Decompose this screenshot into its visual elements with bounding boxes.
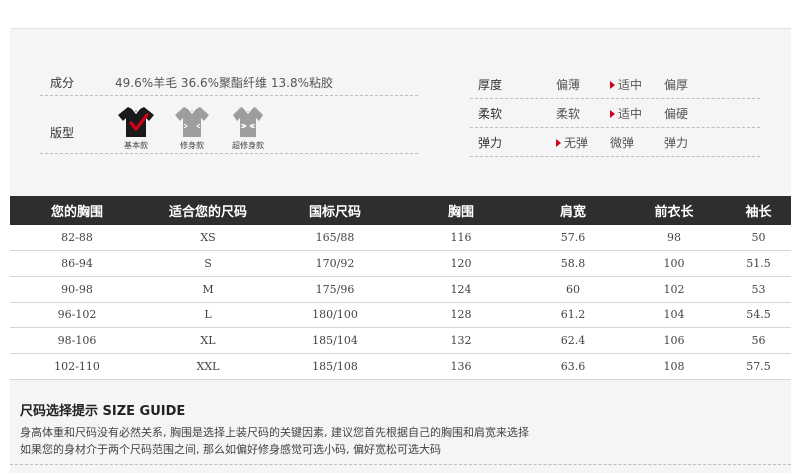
table-cell: 96-102 (10, 302, 144, 329)
table-cell: 136 (398, 353, 524, 380)
material-value: 49.6%羊毛 36.6%聚酯纤维 13.8%粘胶 (115, 76, 333, 90)
fit-caption-slim: 修身款 (180, 141, 204, 150)
table-cell: 132 (398, 327, 524, 354)
table-cell: 54.5 (726, 302, 791, 329)
selected-marker-icon (556, 138, 561, 147)
table-cell: 185/104 (272, 327, 398, 354)
fit-option-basic: 基本款 (116, 104, 156, 151)
fit-label: 版型 (50, 126, 75, 140)
property-option-selected: 适中 (610, 105, 664, 122)
property-row-softness: 柔软 柔软 适中 偏硬 (470, 99, 760, 128)
table-row: 96-102 L 180/100 128 61.2 104 54.5 (10, 302, 791, 329)
table-row: 98-106 XL 185/104 132 62.4 106 56 (10, 327, 791, 354)
material-row: 成分 49.6%羊毛 36.6%聚酯纤维 13.8%粘胶 (40, 70, 418, 96)
property-option-selected: 适中 (610, 76, 664, 93)
table-cell: 60 (524, 276, 622, 303)
fit-caption-basic: 基本款 (124, 141, 148, 150)
property-row-elasticity: 弹力 无弹 微弹 弹力 (470, 128, 760, 157)
table-row: 86-94 S 170/92 120 58.8 100 51.5 (10, 250, 791, 277)
material-label: 成分 (50, 76, 75, 90)
divider (10, 464, 791, 465)
column-header: 袖长 (726, 196, 791, 225)
fit-caption-superslim: 超修身款 (232, 141, 264, 150)
property-option: 弹力 (664, 135, 689, 150)
property-label: 厚度 (478, 77, 503, 92)
product-info-right: 厚度 偏薄 适中 偏厚 柔软 柔软 适中 偏硬 弹力 无弹 微弹 弹力 (470, 70, 760, 157)
table-cell: XXL (144, 353, 272, 380)
column-header: 胸围 (398, 196, 524, 225)
table-cell: 86-94 (10, 250, 144, 277)
table-cell: 57.5 (726, 353, 791, 380)
size-guide-title: 尺码选择提示 SIZE GUIDE (20, 404, 186, 419)
table-cell: 106 (622, 327, 726, 354)
table-cell: 62.4 (524, 327, 622, 354)
table-cell: 50 (726, 225, 791, 252)
table-cell: 128 (398, 302, 524, 329)
property-option-selected: 无弹 (556, 134, 610, 151)
fit-option-slim: 修身款 (172, 104, 212, 151)
table-cell: 102 (622, 276, 726, 303)
selected-marker-icon (610, 109, 615, 118)
table-cell: 63.6 (524, 353, 622, 380)
table-row: 102-110 XXL 185/108 136 63.6 108 57.5 (10, 353, 791, 380)
size-table: 您的胸围 适合您的尺码 国标尺码 胸围 肩宽 前衣长 袖长 82-88 XS 1… (10, 196, 791, 380)
property-row-thickness: 厚度 偏薄 适中 偏厚 (470, 70, 760, 99)
column-header: 肩宽 (524, 196, 622, 225)
table-cell: 180/100 (272, 302, 398, 329)
property-option: 柔软 (556, 106, 581, 121)
table-cell: XL (144, 327, 272, 354)
table-cell: 98 (622, 225, 726, 252)
fit-option-superslim: 超修身款 (228, 104, 268, 151)
size-guide: 尺码选择提示 SIZE GUIDE 身高体重和尺码没有必然关系, 胸围是选择上装… (10, 380, 791, 473)
top-divider (10, 28, 791, 29)
table-cell: 56 (726, 327, 791, 354)
column-header: 国标尺码 (272, 196, 398, 225)
table-cell: 175/96 (272, 276, 398, 303)
size-guide-text: 身高体重和尺码没有必然关系, 胸围是选择上装尺码的关键因素, 建议您首先根据自己… (20, 426, 529, 439)
table-row: 82-88 XS 165/88 116 57.6 98 50 (10, 225, 791, 252)
table-cell: S (144, 250, 272, 277)
table-cell: L (144, 302, 272, 329)
table-cell: 90-98 (10, 276, 144, 303)
property-option: 微弹 (610, 135, 635, 150)
product-info-left: 成分 49.6%羊毛 36.6%聚酯纤维 13.8%粘胶 版型 基本款 修身款 (40, 70, 418, 154)
table-cell: M (144, 276, 272, 303)
table-cell: 98-106 (10, 327, 144, 354)
table-cell: XS (144, 225, 272, 252)
property-option: 偏薄 (556, 77, 581, 92)
size-guide-text: 如果您的身材介于两个尺码范围之间, 那么如偏好修身感觉可选小码, 偏好宽松可选大… (20, 443, 441, 456)
table-cell: 100 (622, 250, 726, 277)
table-cell: 102-110 (10, 353, 144, 380)
table-cell: 120 (398, 250, 524, 277)
table-header-row: 您的胸围 适合您的尺码 国标尺码 胸围 肩宽 前衣长 袖长 (10, 196, 791, 225)
table-cell: 51.5 (726, 250, 791, 277)
table-cell: 53 (726, 276, 791, 303)
table-cell: 116 (398, 225, 524, 252)
shirt-superslim-icon (233, 107, 263, 137)
property-label: 柔软 (478, 106, 503, 121)
shirt-slim-icon (175, 107, 209, 137)
table-cell: 104 (622, 302, 726, 329)
property-label: 弹力 (478, 135, 503, 150)
table-cell: 57.6 (524, 225, 622, 252)
property-option: 偏厚 (664, 77, 689, 92)
table-cell: 185/108 (272, 353, 398, 380)
fit-options: 基本款 修身款 超修身款 (116, 104, 268, 151)
column-header: 适合您的尺码 (144, 196, 272, 225)
table-cell: 58.8 (524, 250, 622, 277)
selected-marker-icon (610, 80, 615, 89)
table-cell: 165/88 (272, 225, 398, 252)
column-header: 您的胸围 (10, 196, 144, 225)
table-cell: 108 (622, 353, 726, 380)
table-row: 90-98 M 175/96 124 60 102 53 (10, 276, 791, 303)
column-header: 前衣长 (622, 196, 726, 225)
table-cell: 82-88 (10, 225, 144, 252)
table-cell: 170/92 (272, 250, 398, 277)
property-option: 偏硬 (664, 106, 689, 121)
table-cell: 124 (398, 276, 524, 303)
table-cell: 61.2 (524, 302, 622, 329)
shirt-selected-icon (118, 107, 154, 137)
